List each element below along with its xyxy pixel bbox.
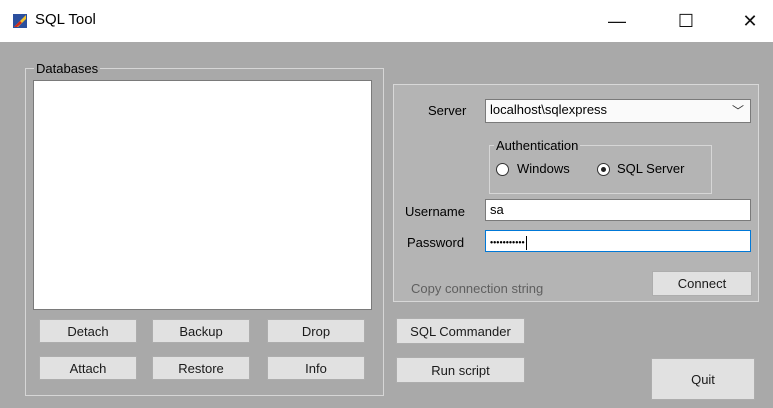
server-value: localhost\sqlexpress (490, 102, 608, 117)
windows-auth-label: Windows (517, 161, 570, 176)
password-label: Password (407, 235, 465, 250)
quit-button[interactable]: Quit (651, 358, 755, 400)
attach-button[interactable]: Attach (39, 356, 137, 380)
databases-listbox[interactable] (33, 80, 372, 310)
chevron-down-icon: ﹀ (731, 104, 744, 118)
detach-button[interactable]: Detach (39, 319, 137, 343)
info-button[interactable]: Info (267, 356, 365, 380)
sql-server-auth-radio[interactable] (597, 163, 610, 176)
maximize-button[interactable]: ☐ (663, 0, 709, 42)
minimize-button[interactable]: — (594, 0, 640, 42)
restore-button[interactable]: Restore (152, 356, 250, 380)
password-input[interactable]: ••••••••••• (485, 230, 751, 252)
close-button[interactable]: ✕ (727, 0, 773, 42)
drop-button[interactable]: Drop (267, 319, 365, 343)
backup-button[interactable]: Backup (152, 319, 250, 343)
window-title: SQL Tool (35, 11, 96, 28)
app-icon (13, 14, 27, 28)
copy-connection-string-link[interactable]: Copy connection string (411, 281, 543, 296)
username-input[interactable]: sa (485, 199, 751, 221)
databases-group-label: Databases (34, 61, 101, 76)
sql-server-auth-label: SQL Server (617, 161, 685, 176)
title-bar: SQL Tool — ☐ ✕ (0, 0, 773, 42)
username-label: Username (405, 204, 465, 219)
connection-panel: Server localhost\sqlexpress ﹀ Authentica… (393, 84, 759, 302)
password-value: ••••••••••• (490, 237, 525, 248)
connect-button[interactable]: Connect (652, 271, 752, 296)
server-select[interactable]: localhost\sqlexpress ﹀ (485, 99, 751, 123)
sql-commander-button[interactable]: SQL Commander (396, 318, 525, 344)
text-cursor (525, 236, 527, 250)
windows-auth-radio[interactable] (496, 163, 509, 176)
client-area: Databases Detach Backup Drop Attach Rest… (0, 42, 773, 408)
server-label: Server (428, 103, 467, 118)
authentication-group-label: Authentication (494, 138, 581, 153)
run-script-button[interactable]: Run script (396, 357, 525, 383)
